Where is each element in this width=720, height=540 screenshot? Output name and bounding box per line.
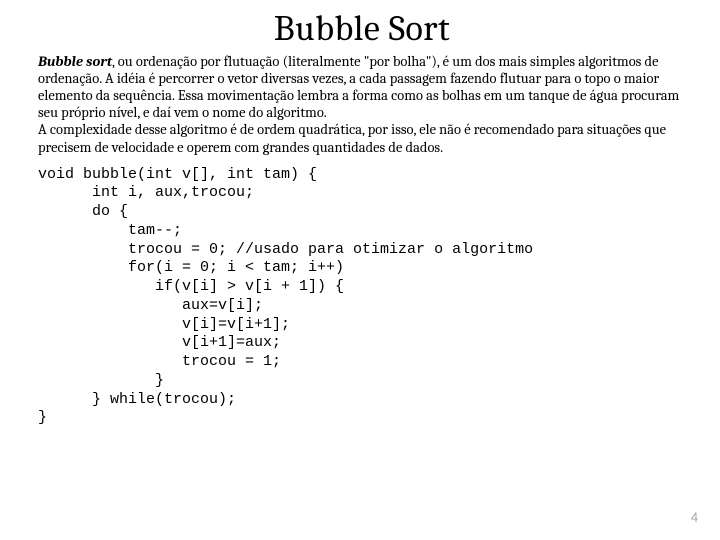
slide-title: Bubble Sort: [38, 8, 686, 49]
slide: Bubble Sort Bubble sort, ou ordenação po…: [0, 0, 720, 540]
paragraph-1: , ou ordenação por flutuação (literalmen…: [38, 53, 679, 121]
lead-term: Bubble sort: [38, 53, 112, 70]
page-number: 4: [691, 509, 698, 526]
description-paragraph: Bubble sort, ou ordenação por flutuação …: [38, 53, 686, 156]
code-block: void bubble(int v[], int tam) { int i, a…: [38, 166, 686, 429]
paragraph-2: A complexidade desse algoritmo é de orde…: [38, 121, 666, 155]
